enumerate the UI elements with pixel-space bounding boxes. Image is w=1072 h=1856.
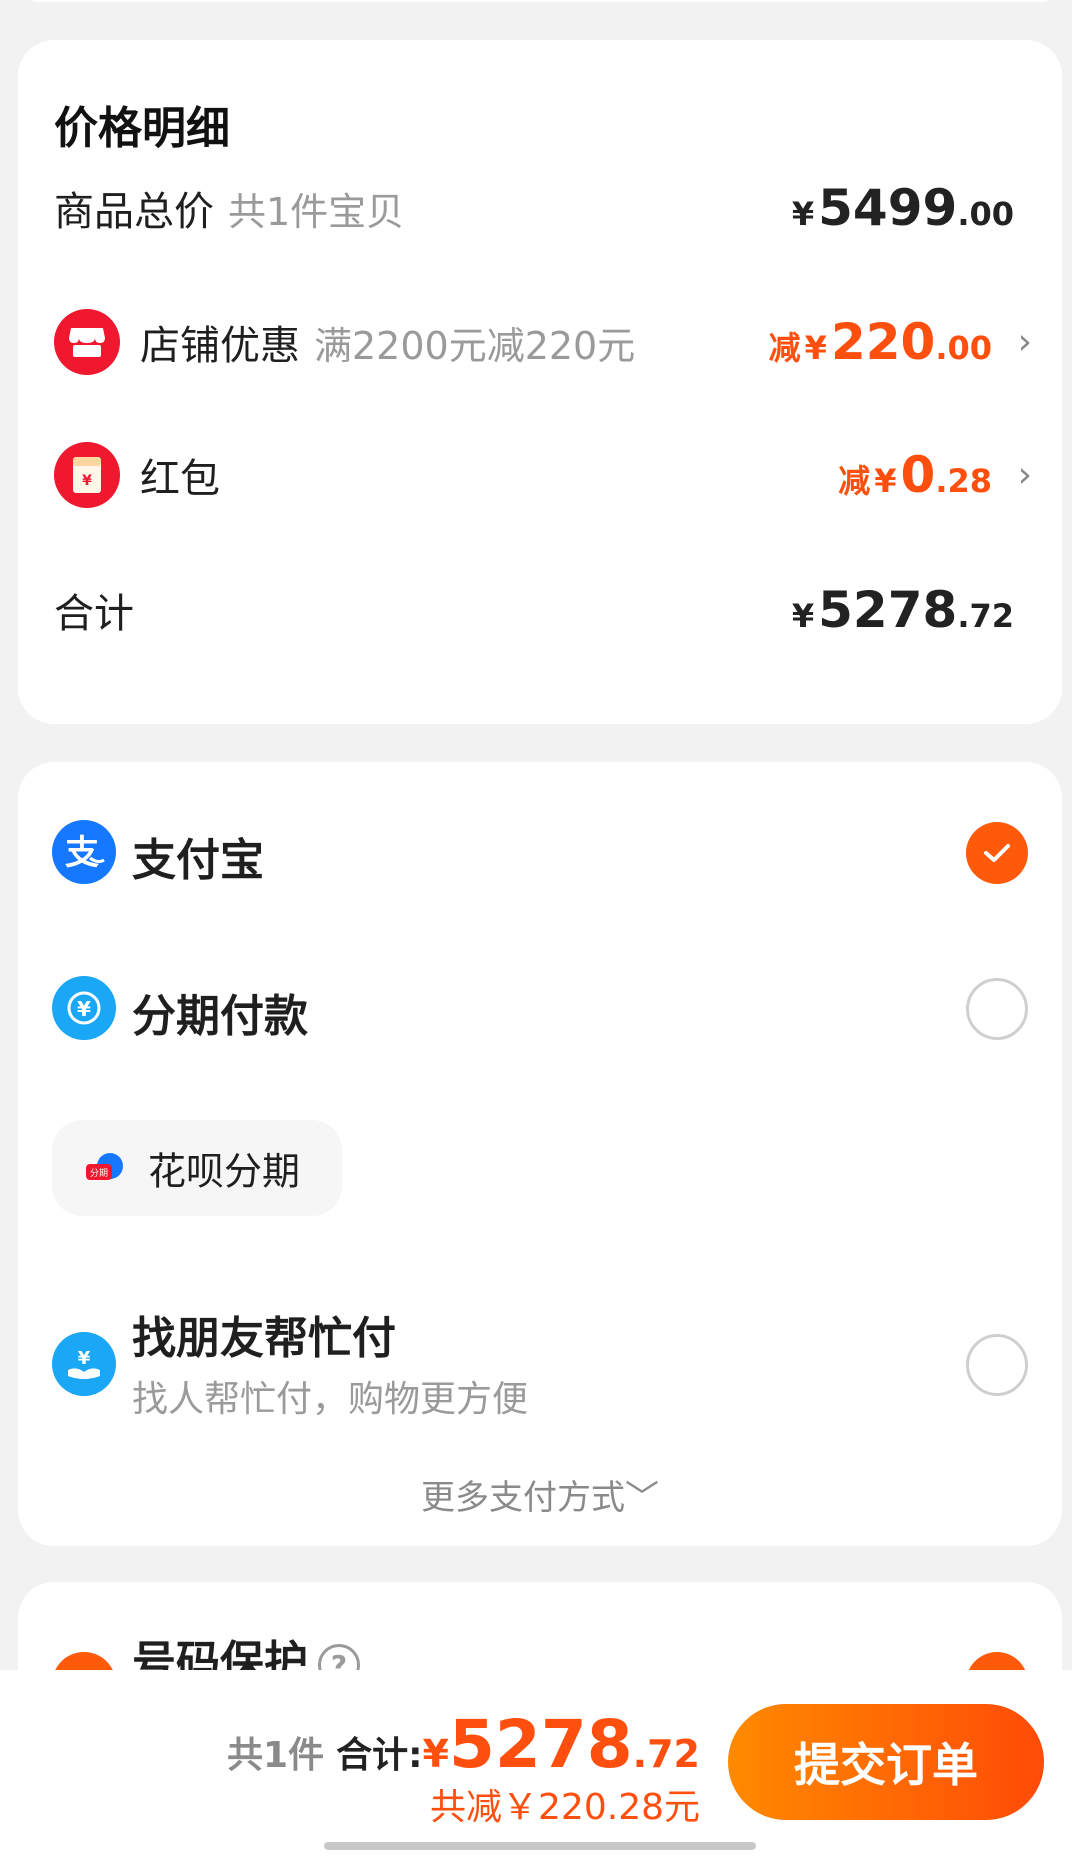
svg-text:¥: ¥: [78, 1348, 91, 1369]
goods-count: 共1件宝贝: [228, 190, 405, 234]
svg-text:分期: 分期: [90, 1168, 108, 1179]
svg-text:¥: ¥: [77, 997, 91, 1021]
bottom-submit-bar: 共1件 合计:¥5278.72 共减￥220.28元 提交订单: [0, 1670, 1072, 1856]
installment-icon: ¥: [52, 976, 116, 1040]
installment-label: 分期付款: [132, 991, 308, 1042]
shop-discount-label: 店铺优惠: [140, 323, 300, 369]
red-packet-label: 红包: [140, 456, 220, 502]
price-detail-card: 价格明细 商品总价 共1件宝贝 ¥5499.00 店铺优惠 满2200元减220元 …: [18, 40, 1062, 724]
payment-option-installment[interactable]: ¥ 分期付款: [18, 966, 1062, 1050]
order-confirm-page: 价格明细 商品总价 共1件宝贝 ¥5499.00 店铺优惠 满2200元减220元 …: [0, 0, 1072, 1856]
submit-order-button[interactable]: 提交订单: [728, 1704, 1044, 1820]
goods-total-label: 商品总价: [54, 189, 214, 235]
chevron-right-icon: ›: [1017, 321, 1032, 363]
huabei-installment-chip[interactable]: 分期 花呗分期: [52, 1120, 342, 1216]
shop-discount-rule: 满2200元减220元: [314, 324, 636, 368]
shop-discount-amount: 减 ¥220.00: [768, 313, 992, 371]
red-packet-amount: 减 ¥0.28: [838, 446, 992, 504]
home-indicator[interactable]: [324, 1842, 756, 1850]
more-payment-link[interactable]: 更多支付方式﹀: [18, 1470, 1062, 1519]
price-detail-title: 价格明细: [54, 103, 230, 154]
friend-pay-icon: ¥: [52, 1332, 116, 1396]
svg-text:¥: ¥: [82, 473, 92, 489]
bottom-total: 共1件 合计:¥5278.72: [227, 1706, 700, 1783]
installment-radio[interactable]: [966, 978, 1028, 1040]
chevron-down-icon: ﹀: [625, 1478, 659, 1518]
payment-card: 支 支付宝 ¥ 分期付款 分期 花呗分期 ¥ 找朋友帮忙付 找人帮忙付，购物更方…: [18, 762, 1062, 1546]
chevron-right-icon: ›: [1017, 454, 1032, 496]
total-saved: 共减￥220.28元: [430, 1787, 700, 1828]
total-amount: ¥5278.72: [791, 581, 1014, 639]
payment-option-friend-pay[interactable]: ¥ 找朋友帮忙付 找人帮忙付，购物更方便: [18, 1302, 1062, 1426]
goods-total-amount: ¥5499.00: [791, 179, 1014, 237]
total-label: 合计: [54, 591, 134, 637]
red-packet-row[interactable]: ¥ 红包 减 ¥0.28 ›: [18, 435, 1062, 515]
shop-discount-row[interactable]: 店铺优惠 满2200元减220元 减 ¥220.00 ›: [18, 302, 1062, 382]
red-packet-icon: ¥: [54, 442, 120, 508]
payment-option-alipay[interactable]: 支 支付宝: [18, 810, 1062, 894]
huabei-label: 花呗分期: [148, 1149, 301, 1194]
huabei-icon: 分期: [84, 1150, 128, 1190]
friend-pay-sub: 找人帮忙付，购物更方便: [132, 1379, 529, 1420]
alipay-radio-checked[interactable]: [966, 822, 1028, 884]
previous-card-edge: [18, 0, 1062, 2]
alipay-icon: 支: [52, 820, 116, 884]
shop-icon: [54, 309, 120, 375]
friend-pay-radio[interactable]: [966, 1334, 1028, 1396]
friend-pay-label: 找朋友帮忙付: [132, 1313, 396, 1364]
total-row: 合计 ¥5278.72: [18, 570, 1062, 650]
alipay-label: 支付宝: [132, 835, 264, 886]
total-label: 合计:: [336, 1735, 423, 1776]
item-count: 共1件: [227, 1735, 325, 1776]
goods-total-row: 商品总价 共1件宝贝 ¥5499.00: [18, 168, 1062, 248]
svg-text:支: 支: [65, 833, 99, 873]
